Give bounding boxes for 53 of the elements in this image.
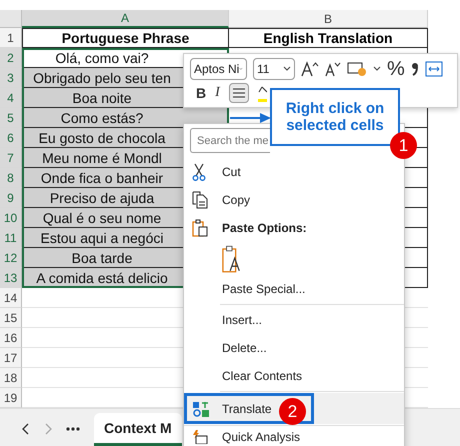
font-size-dropdown[interactable]: 11	[253, 58, 295, 80]
row-header[interactable]: 10	[0, 208, 22, 228]
shrink-font-icon[interactable]	[325, 61, 341, 77]
row-header[interactable]: 15	[0, 308, 22, 328]
sheet-tab[interactable]: Context M	[94, 413, 182, 446]
table-cell: Como estás?	[22, 108, 229, 128]
quick-analysis-icon	[192, 430, 208, 444]
row-header[interactable]: 7	[0, 148, 22, 168]
row-header[interactable]: 17	[0, 348, 22, 368]
menu-item[interactable]: Clear Contents	[184, 362, 404, 390]
paste-values-icon[interactable]	[222, 244, 242, 272]
more-icon[interactable]	[66, 427, 80, 431]
row-header[interactable]: 4	[0, 88, 22, 108]
step-badge: 2	[279, 398, 306, 425]
cell-styles-icon[interactable]	[347, 61, 367, 77]
step-badge: 1	[390, 132, 417, 159]
grow-font-icon[interactable]	[301, 61, 319, 77]
row-header[interactable]: 9	[0, 188, 22, 208]
fill-color-icon[interactable]	[258, 84, 267, 102]
row-header[interactable]: 3	[0, 68, 22, 88]
row-header[interactable]: 19	[0, 388, 22, 408]
copy-icon	[192, 191, 208, 209]
row-header[interactable]: 2	[0, 48, 22, 68]
callout-tooltip: Right click on selected cells	[270, 88, 400, 146]
column-header[interactable]: B	[229, 10, 428, 28]
center-align-button[interactable]	[228, 83, 249, 103]
row-header[interactable]: 1	[0, 28, 22, 48]
row-header[interactable]: 8	[0, 168, 22, 188]
row-header[interactable]: 16	[0, 328, 22, 348]
arrow	[230, 112, 272, 124]
menu-item[interactable]: Quick Analysis	[184, 427, 404, 446]
row-header[interactable]: 12	[0, 248, 22, 268]
table-header: English Translation	[229, 28, 428, 48]
row-header[interactable]: 14	[0, 288, 22, 308]
row-header[interactable]: 18	[0, 368, 22, 388]
table-header: Portuguese Phrase	[22, 28, 229, 48]
clipboard-icon	[192, 219, 208, 237]
wrap-text-icon[interactable]	[424, 61, 443, 77]
menu-item[interactable]: Insert...	[184, 306, 404, 334]
menu-item[interactable]: Delete...	[184, 334, 404, 362]
percent-style-button[interactable]: %	[387, 59, 405, 79]
scissors-icon	[192, 163, 206, 181]
translate-icon	[192, 400, 210, 418]
previous-sheet-icon[interactable]	[22, 423, 30, 435]
align-center-icon	[232, 88, 245, 98]
comma-style-icon[interactable]	[410, 61, 419, 77]
column-header[interactable]: A	[22, 10, 229, 28]
row-header[interactable]: 6	[0, 128, 22, 148]
font-name-dropdown[interactable]: Aptos Ni	[190, 58, 247, 80]
row-header[interactable]: 13	[0, 268, 22, 288]
search-field[interactable]: Search the me	[190, 128, 270, 153]
row-header[interactable]: 5	[0, 108, 22, 128]
row-header[interactable]: 11	[0, 228, 22, 248]
